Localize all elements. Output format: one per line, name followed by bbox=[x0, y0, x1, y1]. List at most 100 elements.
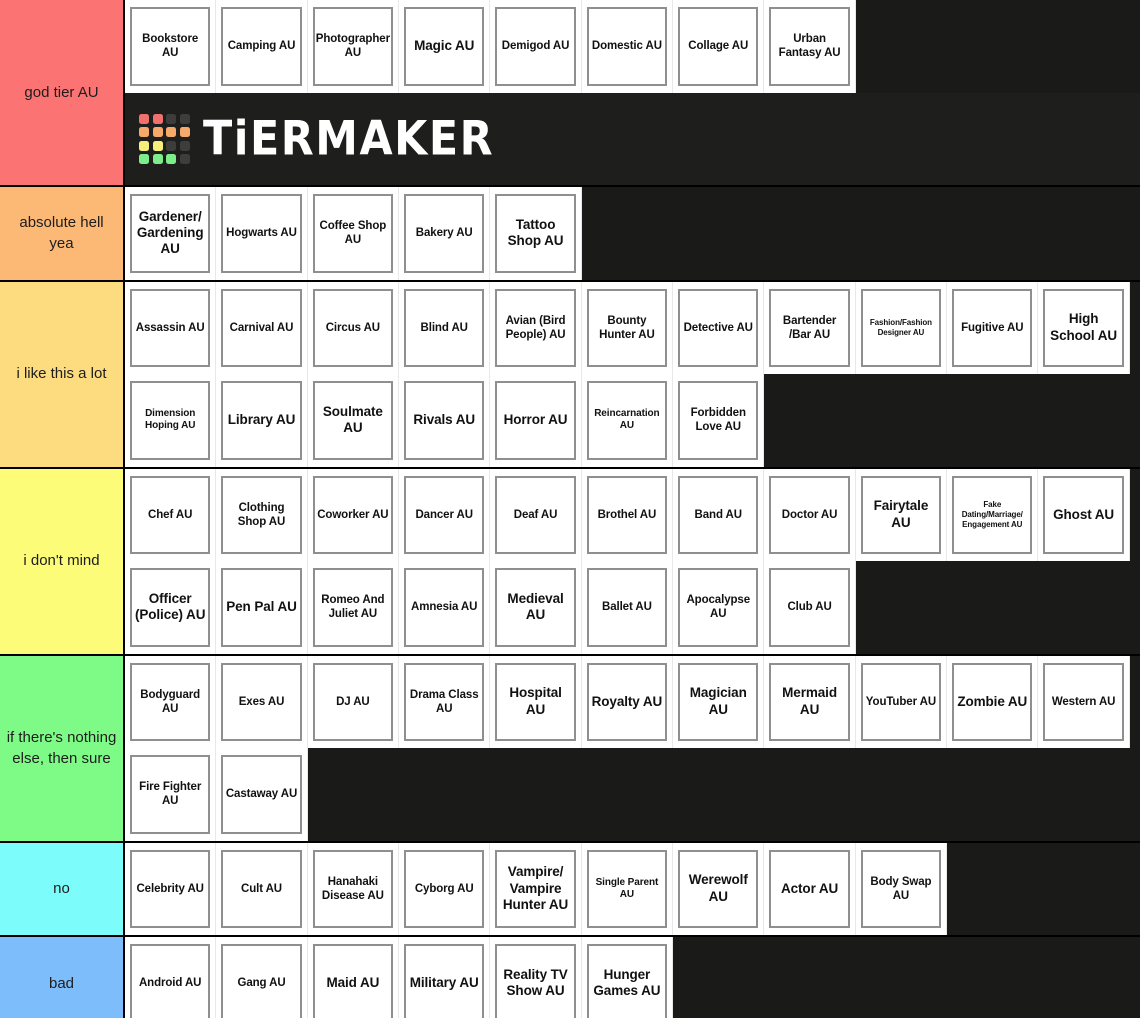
tier-item-card[interactable]: Photographer AU bbox=[307, 0, 400, 93]
tier-item-card[interactable]: Demigod AU bbox=[490, 0, 582, 93]
tier-item-card[interactable]: Clothing Shop AU bbox=[216, 468, 308, 561]
tier-item-card[interactable]: Fairytale AU bbox=[855, 468, 948, 561]
tier-item-card[interactable]: Military AU bbox=[399, 937, 491, 1018]
tier-item-card[interactable]: Band AU bbox=[673, 468, 765, 561]
tier-item-card[interactable]: Zombie AU bbox=[947, 655, 1039, 748]
tier-item-card[interactable]: Werewolf AU bbox=[673, 842, 765, 935]
tier-item-card[interactable]: Exes AU bbox=[216, 655, 308, 748]
tier-item-card[interactable]: Vampire/ Vampire Hunter AU bbox=[490, 842, 582, 935]
tier-label[interactable]: god tier AU bbox=[0, 0, 125, 185]
tier-item-card[interactable]: Avian (Bird People) AU bbox=[490, 281, 582, 374]
tier-item-label: Pen Pal AU bbox=[226, 599, 297, 615]
tier-item-card[interactable]: Dimension Hoping AU bbox=[125, 374, 217, 467]
tier-item-card[interactable]: Royalty AU bbox=[581, 655, 674, 748]
tier-item-card[interactable]: Magician AU bbox=[673, 655, 765, 748]
tier-label[interactable]: bad bbox=[0, 937, 125, 1018]
tier-item-card[interactable]: Fire Fighter AU bbox=[125, 748, 217, 841]
tier-item-card[interactable]: Forbidden Love AU bbox=[673, 374, 765, 467]
tier-item-card[interactable]: High School AU bbox=[1038, 281, 1130, 374]
tier-item-card[interactable]: Chef AU bbox=[125, 468, 217, 561]
tier-item-card[interactable]: Maid AU bbox=[307, 937, 400, 1018]
tier-item-card[interactable]: Officer (Police) AU bbox=[125, 561, 217, 654]
tier-item-frame: Western AU bbox=[1043, 662, 1124, 741]
tier-item-label: Coffee Shop AU bbox=[319, 220, 387, 247]
tier-item-card[interactable]: Cult AU bbox=[216, 842, 308, 935]
tier-row: absolute hell yea Gardener/ Gardening AU H… bbox=[0, 187, 1140, 282]
tier-item-card[interactable]: Reality TV Show AU bbox=[490, 937, 582, 1018]
logo-square bbox=[179, 140, 190, 151]
tier-item-card[interactable]: Library AU bbox=[216, 374, 308, 467]
tier-item-card[interactable]: Doctor AU bbox=[764, 468, 856, 561]
tier-item-card[interactable]: Fake Dating/Marriage/ Engagement AU bbox=[947, 468, 1039, 561]
tier-label[interactable]: absolute hell yea bbox=[0, 187, 125, 280]
tier-label[interactable]: no bbox=[0, 842, 125, 935]
tier-item-card[interactable]: Horror AU bbox=[490, 374, 582, 467]
tier-item-card[interactable]: Hanahaki Disease AU bbox=[307, 842, 400, 935]
tier-item-card[interactable]: Western AU bbox=[1038, 655, 1130, 748]
tier-item-frame: Cult AU bbox=[221, 849, 302, 928]
tier-item-card[interactable]: Android AU bbox=[125, 937, 217, 1018]
tier-item-card[interactable]: Medieval AU bbox=[490, 561, 582, 654]
tier-item-card[interactable]: Celebrity AU bbox=[125, 842, 217, 935]
tier-item-card[interactable]: Bartender /Bar AU bbox=[764, 281, 856, 374]
tier-item-card[interactable]: Collage AU bbox=[673, 0, 765, 93]
tier-item-card[interactable]: Coffee Shop AU bbox=[307, 187, 400, 280]
tier-item-card[interactable]: Brothel AU bbox=[581, 468, 674, 561]
tier-item-card[interactable]: Reincarnation AU bbox=[581, 374, 674, 467]
tier-item-card[interactable]: Assassin AU bbox=[125, 281, 217, 374]
tier-item-card[interactable]: Blind AU bbox=[399, 281, 491, 374]
tier-item-card[interactable]: Club AU bbox=[764, 561, 856, 654]
tier-label[interactable]: i don't mind bbox=[0, 468, 125, 654]
tier-item-card[interactable]: Bounty Hunter AU bbox=[581, 281, 674, 374]
tier-item-card[interactable]: Hunger Games AU bbox=[581, 937, 674, 1018]
tier-item-card[interactable]: Mermaid AU bbox=[764, 655, 856, 748]
tier-item-card[interactable]: Bookstore AU bbox=[125, 0, 217, 93]
tier-item-frame: Photographer AU bbox=[312, 7, 394, 86]
tier-item-card[interactable]: Tattoo Shop AU bbox=[490, 187, 582, 280]
tier-label[interactable]: i like this a lot bbox=[0, 281, 125, 467]
tier-row: i like this a lot Assassin AU Carnival AU C… bbox=[0, 281, 1140, 469]
tier-item-card[interactable]: Urban Fantasy AU bbox=[764, 0, 856, 93]
tier-item-card[interactable]: Fashion/Fashion Designer AU bbox=[855, 281, 948, 374]
tier-item-card[interactable]: Circus AU bbox=[307, 281, 400, 374]
tier-item-card[interactable]: Single Parent AU bbox=[581, 842, 674, 935]
tier-item-card[interactable]: Apocalypse AU bbox=[673, 561, 765, 654]
tier-item-card[interactable]: Ballet AU bbox=[581, 561, 674, 654]
tier-item-card[interactable]: Detective AU bbox=[673, 281, 765, 374]
tier-item-label: Royalty AU bbox=[591, 693, 663, 709]
tier-item-card[interactable]: Cyborg AU bbox=[399, 842, 491, 935]
tier-item-card[interactable]: Amnesia AU bbox=[399, 561, 491, 654]
tier-item-frame: Magician AU bbox=[678, 662, 759, 741]
tier-item-card[interactable]: Bodyguard AU bbox=[125, 655, 217, 748]
tier-item-card[interactable]: Coworker AU bbox=[307, 468, 400, 561]
tier-item-card[interactable]: Fugitive AU bbox=[947, 281, 1039, 374]
tier-item-card[interactable]: Actor AU bbox=[764, 842, 856, 935]
tier-item-card[interactable]: Carnival AU bbox=[216, 281, 308, 374]
tier-item-card[interactable]: Romeo And Juliet AU bbox=[307, 561, 400, 654]
tier-item-card[interactable]: Magic AU bbox=[399, 0, 491, 93]
tier-item-card[interactable]: Camping AU bbox=[216, 0, 308, 93]
tier-item-card[interactable]: Ghost AU bbox=[1038, 468, 1130, 561]
tier-item-card[interactable]: Gardener/ Gardening AU bbox=[125, 187, 217, 280]
tier-item-card[interactable]: DJ AU bbox=[307, 655, 400, 748]
tier-item-card[interactable]: YouTuber AU bbox=[855, 655, 948, 748]
tier-item-card[interactable]: Deaf AU bbox=[490, 468, 582, 561]
tier-item-card[interactable]: Dancer AU bbox=[399, 468, 491, 561]
tier-item-card[interactable]: Bakery AU bbox=[399, 187, 491, 280]
tier-item-card[interactable]: Rivals AU bbox=[399, 374, 491, 467]
tier-item-frame: Android AU bbox=[130, 944, 211, 1018]
tier-item-card[interactable]: Castaway AU bbox=[216, 748, 308, 841]
tier-item-card[interactable]: Body Swap AU bbox=[855, 842, 948, 935]
tiermaker-grid-icon bbox=[139, 113, 190, 164]
tier-label[interactable]: if there's nothing else, then sure bbox=[0, 655, 125, 841]
tier-item-card[interactable]: Hogwarts AU bbox=[216, 187, 308, 280]
logo-square bbox=[139, 127, 149, 137]
tier-items-container: Celebrity AU Cult AU Hanahaki Disease AU Cy… bbox=[125, 842, 1140, 935]
tier-item-card[interactable]: Gang AU bbox=[216, 937, 308, 1018]
tier-item-card[interactable]: Hospital AU bbox=[490, 655, 582, 748]
tier-item-card[interactable]: Soulmate AU bbox=[307, 374, 400, 467]
tier-item-card[interactable]: Drama Class AU bbox=[399, 655, 491, 748]
tier-item-card[interactable]: Domestic AU bbox=[581, 0, 674, 93]
tier-item-label: Magician AU bbox=[689, 685, 747, 717]
tier-item-card[interactable]: Pen Pal AU bbox=[216, 561, 308, 654]
